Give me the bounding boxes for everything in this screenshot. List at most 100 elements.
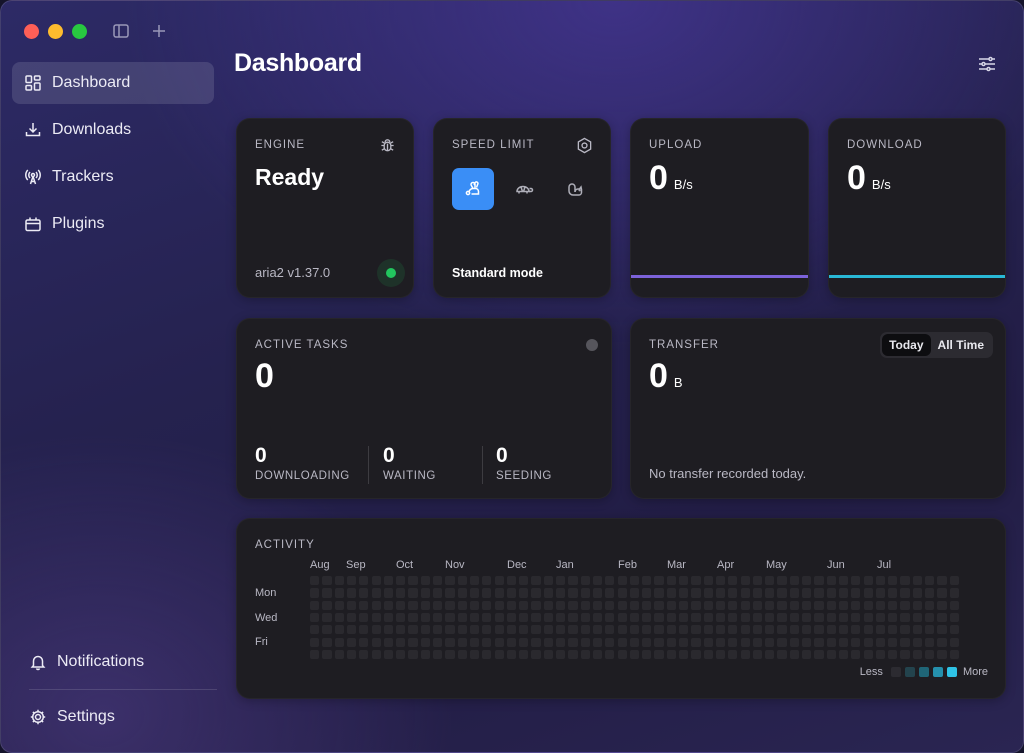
- activity-cell[interactable]: [900, 612, 910, 623]
- activity-cell[interactable]: [703, 576, 713, 586]
- activity-cell[interactable]: [531, 637, 541, 647]
- activity-cell[interactable]: [543, 600, 553, 610]
- activity-cell[interactable]: [777, 625, 787, 635]
- activity-cell[interactable]: [642, 649, 652, 660]
- activity-cell[interactable]: [814, 625, 824, 635]
- activity-cell[interactable]: [383, 649, 394, 660]
- activity-cell[interactable]: [925, 649, 935, 660]
- activity-cell[interactable]: [740, 600, 750, 610]
- activity-cell[interactable]: [937, 576, 947, 586]
- activity-cell[interactable]: [765, 612, 775, 623]
- activity-cell[interactable]: [433, 576, 443, 586]
- activity-cell[interactable]: [912, 637, 922, 647]
- activity-cell[interactable]: [543, 649, 553, 660]
- activity-cell[interactable]: [445, 576, 455, 586]
- activity-cell[interactable]: [383, 576, 394, 586]
- activity-cell[interactable]: [334, 600, 344, 610]
- activity-cell[interactable]: [506, 588, 517, 598]
- activity-cell[interactable]: [642, 588, 652, 598]
- activity-cell[interactable]: [396, 588, 406, 598]
- activity-cell[interactable]: [482, 600, 492, 610]
- activity-cell[interactable]: [777, 637, 787, 647]
- activity-cell[interactable]: [629, 600, 640, 610]
- activity-cell[interactable]: [494, 576, 504, 586]
- activity-cell[interactable]: [789, 637, 799, 647]
- activity-cell[interactable]: [900, 588, 910, 598]
- activity-cell[interactable]: [740, 637, 750, 647]
- activity-cell[interactable]: [346, 637, 357, 647]
- activity-cell[interactable]: [433, 625, 443, 635]
- activity-cell[interactable]: [728, 600, 738, 610]
- activity-cell[interactable]: [925, 612, 935, 623]
- activity-cell[interactable]: [359, 649, 369, 660]
- activity-cell[interactable]: [469, 588, 480, 598]
- activity-cell[interactable]: [666, 649, 676, 660]
- tab-all-time[interactable]: All Time: [931, 334, 991, 356]
- activity-cell[interactable]: [568, 649, 578, 660]
- sidebar-item-plugins[interactable]: Plugins: [12, 203, 214, 245]
- activity-cell[interactable]: [605, 576, 615, 586]
- activity-cell[interactable]: [949, 600, 959, 610]
- activity-cell[interactable]: [482, 576, 492, 586]
- activity-cell[interactable]: [949, 625, 959, 635]
- activity-cell[interactable]: [346, 600, 357, 610]
- activity-cell[interactable]: [802, 612, 812, 623]
- activity-cell[interactable]: [322, 625, 332, 635]
- activity-cell[interactable]: [728, 612, 738, 623]
- activity-cell[interactable]: [605, 588, 615, 598]
- activity-cell[interactable]: [310, 625, 320, 635]
- activity-cell[interactable]: [580, 600, 590, 610]
- activity-cell[interactable]: [420, 637, 430, 647]
- activity-cell[interactable]: [691, 649, 701, 660]
- activity-cell[interactable]: [457, 625, 467, 635]
- activity-cell[interactable]: [482, 612, 492, 623]
- activity-cell[interactable]: [445, 649, 455, 660]
- activity-cell[interactable]: [383, 600, 394, 610]
- activity-cell[interactable]: [838, 588, 849, 598]
- activity-cell[interactable]: [457, 600, 467, 610]
- activity-cell[interactable]: [715, 612, 726, 623]
- activity-cell[interactable]: [617, 612, 627, 623]
- activity-cell[interactable]: [802, 576, 812, 586]
- activity-cell[interactable]: [494, 600, 504, 610]
- activity-cell[interactable]: [383, 612, 394, 623]
- activity-cell[interactable]: [629, 637, 640, 647]
- activity-cell[interactable]: [629, 576, 640, 586]
- activity-cell[interactable]: [740, 625, 750, 635]
- activity-cell[interactable]: [334, 625, 344, 635]
- activity-cell[interactable]: [642, 576, 652, 586]
- activity-cell[interactable]: [531, 649, 541, 660]
- activity-cell[interactable]: [617, 625, 627, 635]
- activity-cell[interactable]: [346, 588, 357, 598]
- activity-cell[interactable]: [863, 612, 873, 623]
- activity-cell[interactable]: [765, 600, 775, 610]
- activity-cell[interactable]: [925, 588, 935, 598]
- activity-cell[interactable]: [728, 649, 738, 660]
- activity-cell[interactable]: [592, 637, 603, 647]
- activity-cell[interactable]: [752, 600, 763, 610]
- activity-cell[interactable]: [519, 612, 529, 623]
- activity-cell[interactable]: [666, 588, 676, 598]
- activity-cell[interactable]: [568, 612, 578, 623]
- activity-cell[interactable]: [900, 637, 910, 647]
- activity-cell[interactable]: [826, 612, 836, 623]
- activity-cell[interactable]: [703, 649, 713, 660]
- activity-cell[interactable]: [433, 600, 443, 610]
- activity-cell[interactable]: [838, 637, 849, 647]
- activity-cell[interactable]: [765, 637, 775, 647]
- activity-cell[interactable]: [937, 625, 947, 635]
- activity-cell[interactable]: [826, 576, 836, 586]
- activity-cell[interactable]: [802, 649, 812, 660]
- activity-cell[interactable]: [408, 576, 418, 586]
- activity-cell[interactable]: [642, 600, 652, 610]
- activity-cell[interactable]: [531, 600, 541, 610]
- activity-cell[interactable]: [703, 637, 713, 647]
- activity-cell[interactable]: [519, 637, 529, 647]
- activity-cell[interactable]: [851, 600, 861, 610]
- activity-cell[interactable]: [838, 600, 849, 610]
- activity-cell[interactable]: [679, 649, 689, 660]
- activity-cell[interactable]: [469, 576, 480, 586]
- activity-cell[interactable]: [912, 576, 922, 586]
- speed-mode-standard-button[interactable]: [452, 168, 494, 210]
- activity-cell[interactable]: [925, 576, 935, 586]
